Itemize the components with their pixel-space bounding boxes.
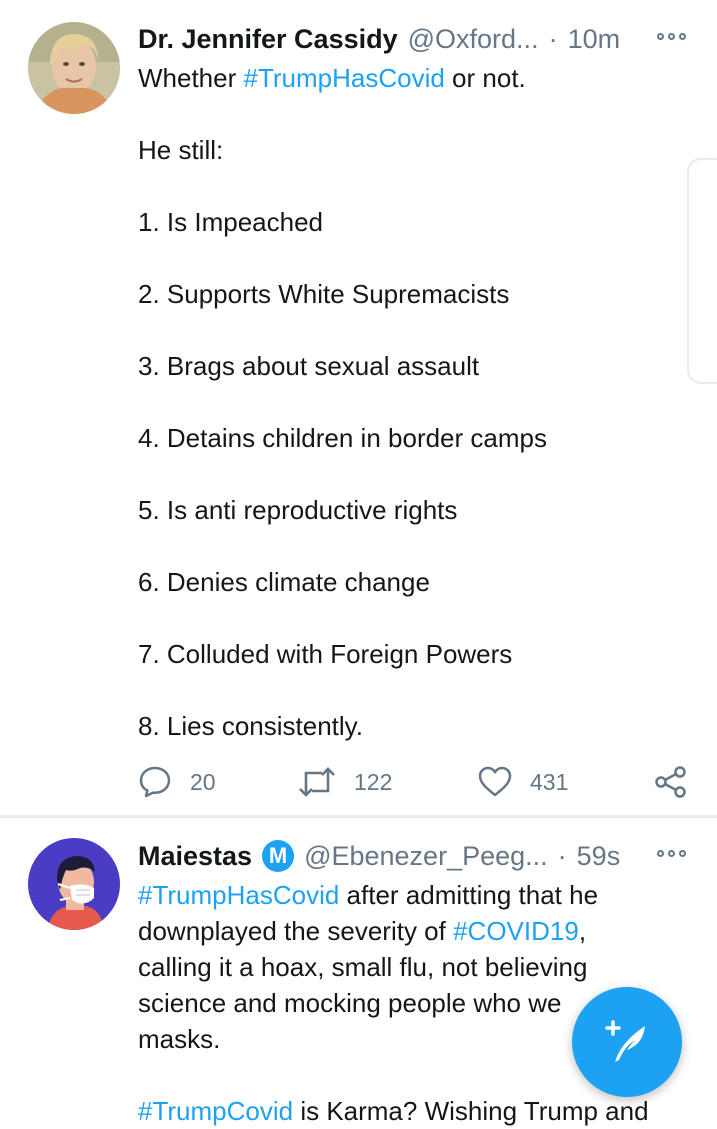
- hashtag-link[interactable]: #COVID19: [453, 916, 579, 946]
- text-line: downplayed the severity of #COVID19,: [138, 913, 698, 949]
- reply-icon: [139, 766, 171, 798]
- text-segment: is Karma? Wishing Trump and: [293, 1096, 649, 1126]
- text-line: 6. Denies climate change: [138, 564, 698, 600]
- tweet-header: Dr. Jennifer Cassidy @Oxford... · 10m: [138, 19, 691, 59]
- text-segment: 6. Denies climate change: [138, 567, 430, 597]
- author-handle[interactable]: @Oxford...: [408, 24, 539, 55]
- avatar[interactable]: [28, 838, 120, 930]
- like-icon: [478, 766, 512, 797]
- text-line: 7. Colluded with Foreign Powers: [138, 636, 698, 672]
- hashtag-link[interactable]: #TrumpHasCovid: [138, 880, 339, 910]
- tweet-header: Maiestas M @Ebenezer_Peeg... · 59s: [138, 836, 691, 876]
- author-handle[interactable]: @Ebenezer_Peeg...: [304, 841, 548, 872]
- separator-dot: ·: [548, 23, 558, 54]
- share-button[interactable]: [654, 762, 688, 802]
- tweet-actions: 20 122 431: [138, 762, 693, 802]
- side-card-edge: [687, 158, 717, 384]
- retweet-button[interactable]: 122: [298, 762, 392, 802]
- text-segment: or not.: [444, 63, 526, 93]
- more-icon[interactable]: [657, 842, 691, 866]
- text-segment: masks.: [138, 1024, 221, 1054]
- text-line: 5. Is anti reproductive rights: [138, 492, 698, 528]
- author-name[interactable]: Maiestas: [138, 841, 252, 872]
- text-line: 1. Is Impeached: [138, 204, 698, 240]
- text-line: 8. Lies consistently.: [138, 708, 698, 744]
- avatar-illustration: [28, 838, 120, 930]
- text-segment: after admitting that he: [339, 880, 599, 910]
- text-segment: 8. Lies consistently.: [138, 711, 363, 741]
- share-icon: [655, 766, 686, 798]
- compose-tweet-icon: [605, 1020, 645, 1062]
- tweet-timestamp[interactable]: 59s: [577, 841, 621, 872]
- more-icon[interactable]: [657, 25, 691, 49]
- tweet-text: Whether #TrumpHasCovid or not. He still: 1…: [138, 60, 698, 744]
- tweet-1[interactable]: Dr. Jennifer Cassidy @Oxford... · 10m Wh…: [0, 0, 717, 815]
- text-line: calling it a hoax, small flu, not believ…: [138, 949, 698, 985]
- text-segment: He still:: [138, 135, 224, 165]
- text-segment: calling it a hoax, small flu, not believ…: [138, 952, 588, 982]
- text-line: 4. Detains children in border camps: [138, 420, 698, 456]
- text-line: #TrumpHasCovid after admitting that he: [138, 877, 698, 913]
- text-segment: ,: [578, 916, 587, 946]
- text-segment: science and mocking people who we: [138, 988, 562, 1018]
- like-button[interactable]: 431: [478, 762, 568, 802]
- text-line: #TrumpCovid is Karma? Wishing Trump and: [138, 1093, 698, 1129]
- profile-badge-icon: M: [262, 840, 295, 872]
- tweet-timestamp[interactable]: 10m: [568, 24, 621, 55]
- text-segment: Whether: [138, 63, 244, 93]
- separator-dot: ·: [557, 840, 567, 871]
- text-segment: 5. Is anti reproductive rights: [138, 495, 458, 525]
- compose-tweet-button[interactable]: [572, 987, 682, 1097]
- text-line: 3. Brags about sexual assault: [138, 348, 698, 384]
- retweet-count: 122: [354, 768, 393, 795]
- hashtag-link[interactable]: #TrumpCovid: [138, 1096, 293, 1126]
- text-line: Whether #TrumpHasCovid or not.: [138, 60, 698, 96]
- retweet-icon: [299, 767, 335, 797]
- reply-button[interactable]: 20: [138, 762, 216, 802]
- text-segment: 4. Detains children in border camps: [138, 423, 547, 453]
- text-segment: 7. Colluded with Foreign Powers: [138, 639, 513, 669]
- author-name[interactable]: Dr. Jennifer Cassidy: [138, 24, 398, 55]
- text-segment: downplayed the severity of: [138, 916, 454, 946]
- hashtag-link[interactable]: #TrumpHasCovid: [244, 63, 445, 93]
- avatar-photo: [28, 22, 120, 114]
- text-segment: 3. Brags about sexual assault: [138, 351, 480, 381]
- text-line: He still:: [138, 132, 698, 168]
- avatar[interactable]: [28, 22, 120, 114]
- reply-count: 20: [190, 768, 216, 795]
- text-line: 2. Supports White Supremacists: [138, 276, 698, 312]
- like-count: 431: [530, 768, 569, 795]
- text-segment: 2. Supports White Supremacists: [138, 279, 510, 309]
- text-segment: 1. Is Impeached: [138, 207, 323, 237]
